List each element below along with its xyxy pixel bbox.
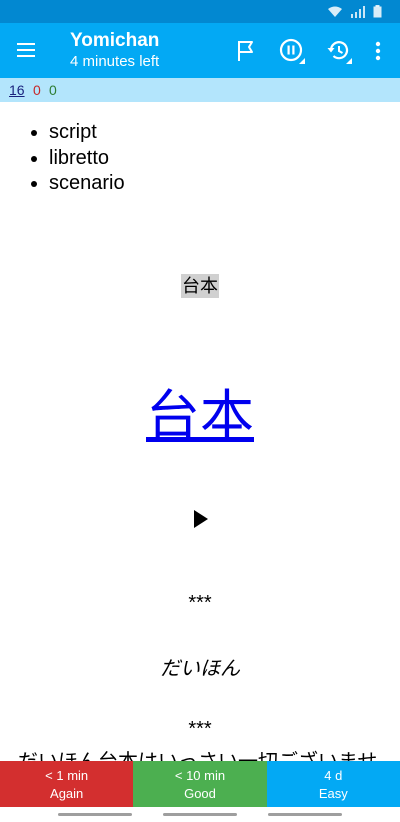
time-left-subtitle: 4 minutes left (70, 53, 160, 70)
reading-text: だいほん (160, 658, 240, 680)
play-audio-icon[interactable] (192, 508, 210, 530)
again-button[interactable]: < 1 min Again (0, 761, 134, 807)
term-link[interactable]: 台本 (146, 386, 254, 446)
definition-list: script libretto scenario (30, 120, 125, 197)
separator: *** (188, 592, 212, 614)
example-sentence: だいほん台本はいっさい一切ございませ (18, 745, 400, 761)
term-heading: 台本 (0, 384, 400, 448)
signal-icon (351, 5, 365, 18)
good-button[interactable]: < 10 min Good (133, 761, 267, 807)
nav-handle[interactable] (268, 813, 342, 816)
term-highlight-text: 台本 (181, 274, 219, 298)
more-vert-icon[interactable] (364, 37, 392, 65)
definition-item: script (49, 120, 125, 146)
system-nav-bar (0, 807, 400, 822)
card-counts-bar: 16 0 0 (0, 78, 400, 102)
easy-label: Easy (318, 786, 348, 801)
separator: *** (188, 718, 212, 740)
nav-handle[interactable] (58, 813, 132, 816)
review-count: 0 (49, 82, 57, 98)
learn-count: 0 (33, 82, 41, 98)
app-title: Yomichan (70, 30, 160, 51)
card-content: script libretto scenario 台本 台本 *** だいほん … (0, 102, 400, 761)
good-label: Good (184, 786, 216, 801)
again-label: Again (50, 786, 84, 801)
definition-item: libretto (49, 146, 125, 172)
pause-circle-icon[interactable] (278, 37, 306, 65)
definition-item: scenario (49, 171, 125, 197)
battery-icon (373, 5, 382, 18)
new-count: 16 (9, 82, 25, 98)
history-undo-icon[interactable] (325, 37, 353, 65)
good-interval: < 10 min (174, 768, 226, 783)
flag-icon[interactable] (232, 37, 260, 65)
wifi-icon (328, 6, 342, 17)
easy-interval: 4 d (324, 768, 343, 783)
term-highlight: 台本 (0, 272, 400, 298)
easy-button[interactable]: 4 d Easy (266, 761, 400, 807)
app-bar: Yomichan 4 minutes left (0, 23, 400, 78)
title-block: Yomichan 4 minutes left (70, 30, 159, 72)
answer-button-bar: < 1 min Again < 10 min Good 4 d Easy (0, 761, 400, 807)
status-bar (0, 0, 400, 23)
nav-handle[interactable] (163, 813, 237, 816)
hamburger-menu-icon[interactable] (14, 38, 40, 62)
again-interval: < 1 min (45, 768, 89, 783)
